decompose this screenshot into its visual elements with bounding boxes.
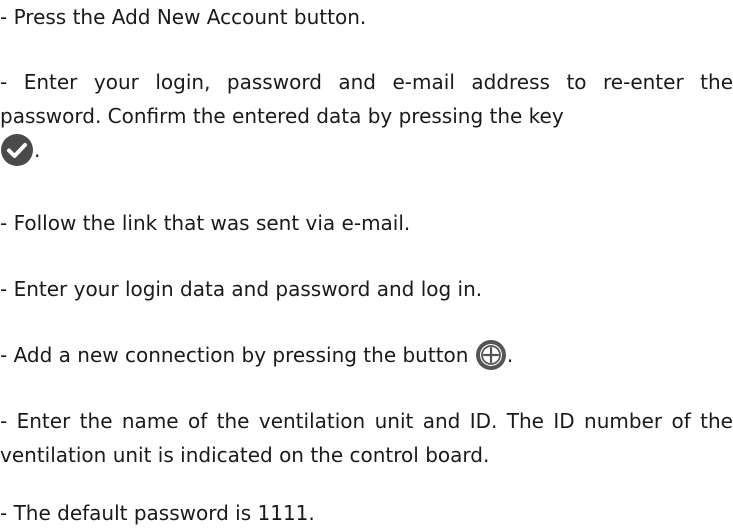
plus-circle-icon (475, 339, 507, 371)
step-add-connection: - Add a new connection by pressing the b… (0, 338, 733, 373)
step-follow-link: - Follow the link that was sent via e-ma… (0, 211, 411, 235)
step-add-account: - Press the Add New Account button. (0, 5, 367, 29)
step-default-password: - The default password is 1111. (0, 501, 315, 525)
step-enter-credentials: - Enter your login, password and e-mail … (0, 65, 733, 169)
check-circle-icon (0, 133, 34, 167)
instruction-document: - Press the Add New Account button. - En… (0, 0, 733, 531)
step-enter-unit-id: - Enter the name of the ventilation unit… (0, 409, 733, 467)
step-log-in: - Enter your login data and password and… (0, 277, 483, 301)
